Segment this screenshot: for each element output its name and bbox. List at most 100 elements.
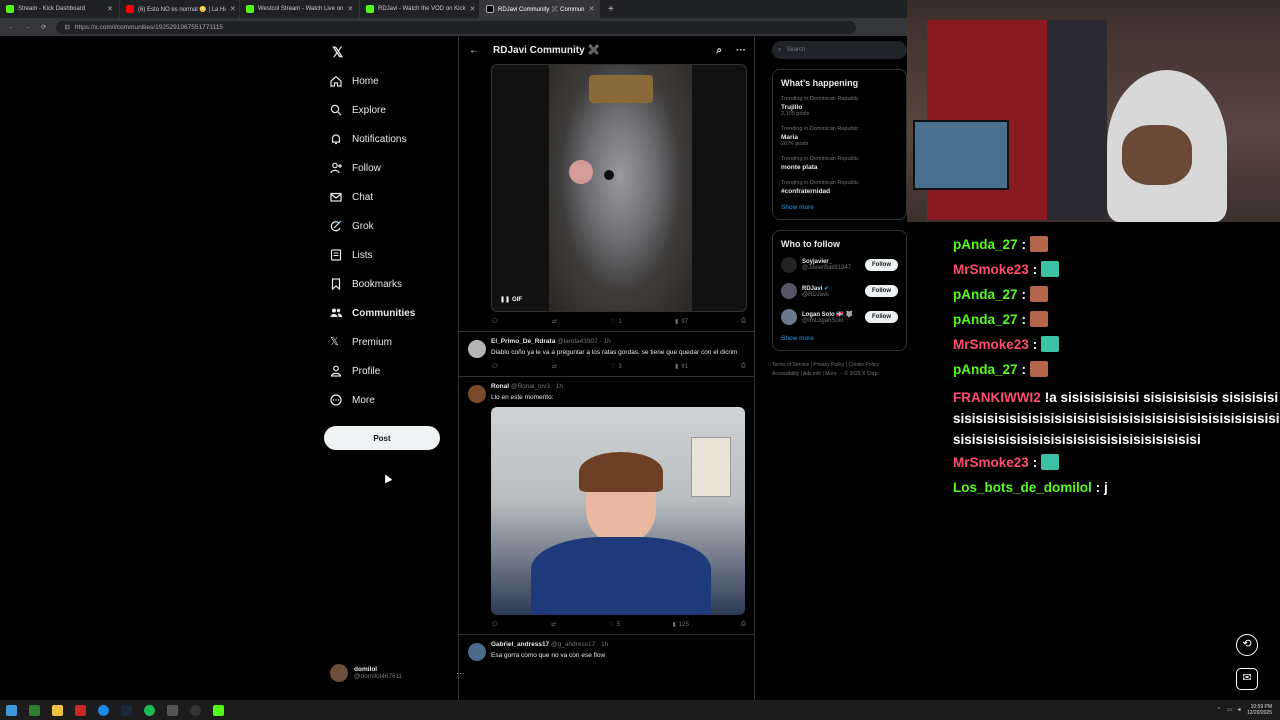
bookmark-icon[interactable]: ⎙	[741, 363, 746, 370]
repost-icon[interactable]: ⇄	[552, 363, 557, 370]
chat-username[interactable]: pAnda_27	[953, 362, 1018, 377]
bookmark-icon[interactable]: ⎙	[741, 318, 746, 325]
nav-profile[interactable]: Profile	[330, 365, 380, 377]
edge-browser-icon[interactable]	[98, 704, 109, 716]
more-icon[interactable]: ···	[736, 45, 746, 56]
browser-tab-active[interactable]: RDJavi Community ✖️ Commun ✕	[480, 0, 600, 18]
close-tab-icon[interactable]: ✕	[107, 5, 113, 13]
repost-icon[interactable]: ⇄	[551, 621, 556, 628]
obs-icon[interactable]	[190, 704, 201, 716]
post[interactable]: El_Primo_De_Rdrata @landa43902 · 1h Diab…	[459, 331, 754, 376]
nav-bookmarks[interactable]: Bookmarks	[330, 278, 402, 290]
close-tab-icon[interactable]: ✕	[347, 5, 353, 13]
volume-icon[interactable]: 🔊︎	[1238, 707, 1241, 713]
reply-icon[interactable]: 💬︎	[491, 363, 499, 370]
follow-suggestion[interactable]: Logan Solo 🇩🇴 🐺 @ImLoganSolo Follow	[781, 309, 898, 325]
follow-suggestion[interactable]: Soyjavier_ @JavierBati91947 Follow	[781, 257, 898, 273]
footer-link[interactable]: Terms of Service	[772, 362, 809, 368]
nav-communities[interactable]: Communities	[330, 307, 415, 319]
chat-username[interactable]: MrSmoke23	[953, 455, 1029, 470]
chat-username[interactable]: Los_bots_de_domilol	[953, 480, 1092, 495]
follow-button[interactable]: Follow	[865, 259, 898, 271]
chevron-up-icon[interactable]: ⌃	[1217, 707, 1221, 713]
browser-tab[interactable]: Westcol Stream - Watch Live on ✕	[240, 0, 360, 18]
search-icon[interactable]: ⌕	[716, 45, 722, 56]
sync-icon[interactable]: ⟲	[1236, 634, 1258, 656]
like-button[interactable]: ♡ 5	[608, 621, 620, 629]
chat-username[interactable]: MrSmoke23	[953, 262, 1029, 277]
app-icon[interactable]	[213, 704, 224, 716]
post-button[interactable]: Post	[324, 426, 440, 450]
nav-home[interactable]: Home	[330, 75, 379, 87]
chat-username[interactable]: FRANKIWWI2	[953, 390, 1041, 405]
bookmark-icon[interactable]: ⎙	[741, 621, 746, 628]
nav-explore[interactable]: Explore	[330, 104, 386, 116]
app-icon[interactable]	[75, 704, 86, 716]
nav-notifications[interactable]: Notifications	[330, 133, 406, 145]
spotify-icon[interactable]	[144, 704, 155, 716]
clock[interactable]: 10:59 PM 12/20/2025	[1247, 704, 1272, 717]
nav-lists[interactable]: Lists	[330, 249, 373, 261]
trend-item[interactable]: Trending in Dominican Republic #confrater…	[781, 180, 898, 195]
trend-item[interactable]: Trending in Dominican Republic monte plat…	[781, 156, 898, 171]
url-field[interactable]: ⊟ https://x.com/i/communities/19252919675…	[56, 20, 857, 34]
browser-tab[interactable]: RDJavi - Watch the VOD on Kick ✕	[360, 0, 480, 18]
views-button[interactable]: ▮ 91	[675, 363, 688, 371]
pause-icon[interactable]: ❚❚	[500, 296, 510, 303]
footer-link[interactable]: Ads info	[803, 371, 821, 377]
follow-suggestion[interactable]: RDJavi ✔ @RDJavii Follow	[781, 283, 898, 299]
close-tab-icon[interactable]: ✕	[469, 5, 475, 13]
account-switcher[interactable]: domilol @domilol467611 ···	[330, 664, 464, 682]
post-author-name[interactable]: Ronal	[491, 383, 509, 390]
network-icon[interactable]: ▭	[1227, 707, 1232, 713]
new-tab-icon[interactable]: +	[608, 4, 614, 15]
nav-more[interactable]: More	[330, 394, 375, 406]
post-author-name[interactable]: Gabriel_andress17	[491, 641, 549, 648]
windows-start-icon[interactable]	[6, 704, 17, 716]
footer-link[interactable]: More ···	[825, 371, 843, 377]
chat-username[interactable]: pAnda_27	[953, 312, 1018, 327]
file-explorer-icon[interactable]	[52, 704, 63, 716]
show-more-link[interactable]: Show more	[781, 204, 898, 211]
trend-item[interactable]: Trending in Dominican Republic Trujillo 2,…	[781, 96, 898, 117]
footer-link[interactable]: Accessibility	[772, 371, 799, 377]
browser-tab[interactable]: Stream - Kick Dashboard ✕	[0, 0, 120, 18]
steam-icon[interactable]	[121, 704, 132, 716]
like-button[interactable]: ♡ 1	[610, 318, 622, 326]
views-button[interactable]: ▮ 97	[675, 318, 688, 326]
post[interactable]: Gabriel_andress17 @g_andress17 · 1h Esa …	[459, 634, 754, 666]
post-image[interactable]	[491, 407, 745, 616]
back-icon[interactable]: ←	[8, 24, 15, 31]
show-more-link[interactable]: Show more	[781, 335, 898, 342]
browser-tab[interactable]: (6) Esto NO es normal 😳 | La Hi ✕	[120, 0, 240, 18]
search-input[interactable]: ⌕ Search	[772, 41, 907, 59]
nav-grok[interactable]: Grok	[330, 220, 374, 232]
chat-username[interactable]: MrSmoke23	[953, 337, 1029, 352]
reload-icon[interactable]: ⟳	[41, 23, 46, 31]
back-arrow-icon[interactable]: ←	[469, 45, 479, 56]
post-author-name[interactable]: El_Primo_De_Rdrata	[491, 338, 555, 345]
forward-icon[interactable]: →	[25, 24, 32, 31]
footer-link[interactable]: Privacy Policy	[813, 362, 844, 368]
follow-button[interactable]: Follow	[865, 311, 898, 323]
app-icon[interactable]	[167, 704, 178, 716]
like-button[interactable]: ♡ 3	[610, 363, 622, 371]
nav-follow[interactable]: Follow	[330, 162, 381, 174]
repost-icon[interactable]: ⇄	[552, 318, 557, 325]
x-logo-icon[interactable]: 𝕏	[332, 44, 343, 61]
follow-button[interactable]: Follow	[865, 285, 898, 297]
app-icon[interactable]	[29, 704, 40, 716]
chat-username[interactable]: pAnda_27	[953, 237, 1018, 252]
nav-chat[interactable]: Chat	[330, 191, 373, 203]
mail-icon[interactable]: ✉	[1236, 668, 1258, 690]
footer-link[interactable]: Cookie Policy	[849, 362, 879, 368]
nav-premium[interactable]: 𝕏 Premium	[330, 336, 392, 348]
post[interactable]: Ronal @Ronal_lov3 · 1h Llo en este momen…	[459, 376, 754, 634]
trend-item[interactable]: Trending in Dominican Republic Maria 207K …	[781, 126, 898, 147]
close-tab-icon[interactable]: ✕	[230, 5, 236, 13]
chat-username[interactable]: pAnda_27	[953, 287, 1018, 302]
reply-icon[interactable]: 💬︎	[491, 318, 499, 325]
views-button[interactable]: ▮ 125	[672, 621, 688, 629]
reply-icon[interactable]: 💬︎	[491, 621, 499, 628]
gif-media[interactable]: ❚❚ GIF	[491, 64, 747, 312]
